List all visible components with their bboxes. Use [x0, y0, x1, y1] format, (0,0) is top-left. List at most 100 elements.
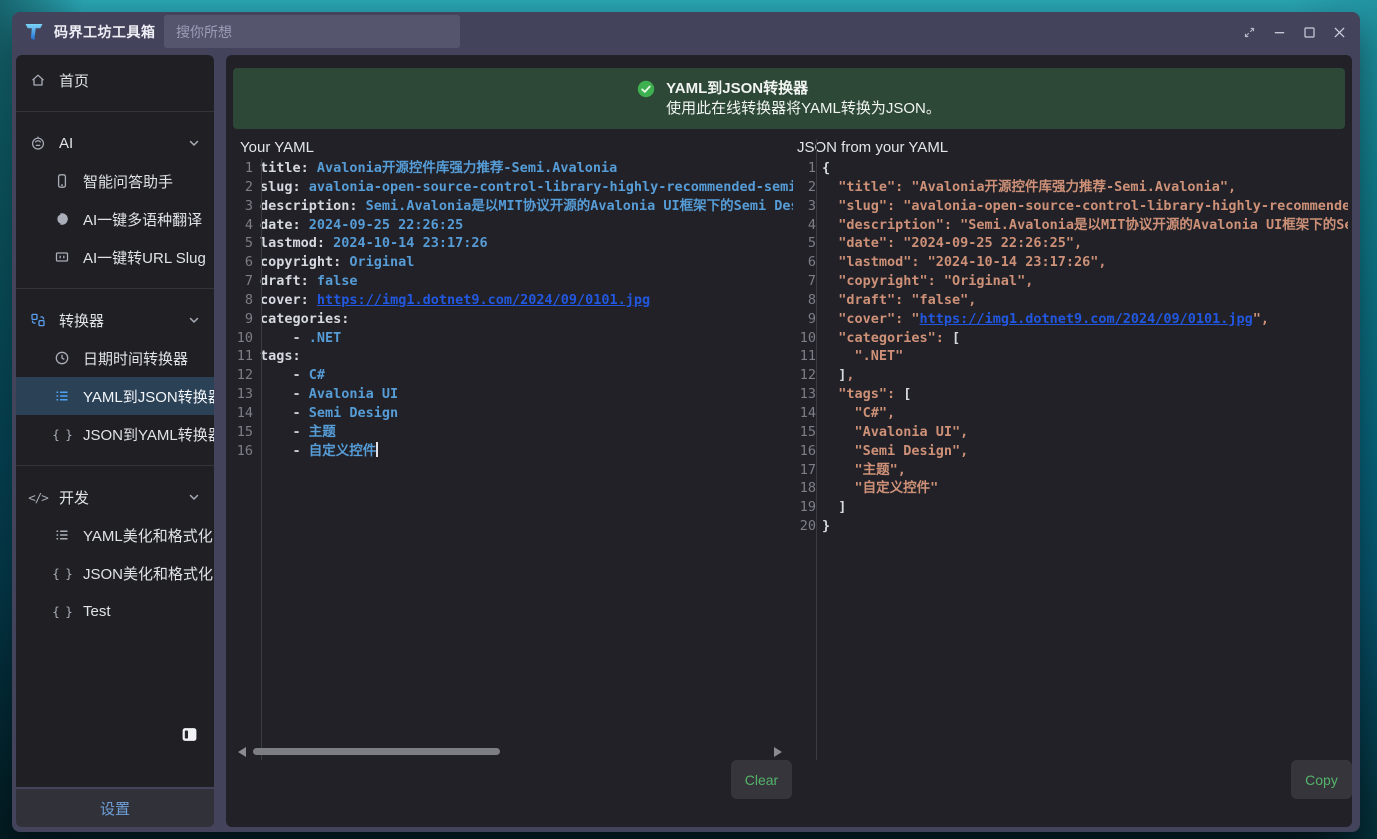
- sidebar-item-ai-translate[interactable]: AI一键多语种翻译: [16, 200, 214, 238]
- line-number: 14: [233, 404, 253, 423]
- sidebar-collapse-icon[interactable]: [181, 726, 198, 743]
- line-number: 14: [792, 404, 816, 423]
- code-text: ]: [816, 498, 846, 517]
- code-line[interactable]: 6 "lastmod": "2024-10-14 23:17:26",: [792, 253, 1348, 272]
- code-line[interactable]: 19 ]: [792, 498, 1348, 517]
- code-token: ",: [1253, 311, 1269, 327]
- maximize-icon[interactable]: [1294, 12, 1324, 52]
- sidebar-label: YAML美化和格式化: [83, 525, 213, 546]
- code-line[interactable]: 3description: Semi.Avalonia是以MIT协议开源的Ava…: [233, 197, 793, 216]
- close-icon[interactable]: [1324, 12, 1354, 52]
- code-line[interactable]: 7draft: false: [233, 272, 793, 291]
- code-line[interactable]: 10 "categories": [: [792, 329, 1348, 348]
- code-token: date:: [260, 217, 301, 233]
- sidebar-divider: [16, 465, 214, 466]
- sidebar-section-dev[interactable]: </>开发: [16, 478, 214, 516]
- sidebar-divider: [16, 288, 214, 289]
- line-number: 10: [792, 329, 816, 348]
- sidebar-item-datetime-converter[interactable]: 日期时间转换器: [16, 339, 214, 377]
- code-token: categories:: [260, 311, 349, 327]
- code-line[interactable]: 18 "自定义控件": [792, 479, 1348, 498]
- settings-link[interactable]: 设置: [100, 798, 130, 819]
- code-line[interactable]: 13 - Avalonia UI: [233, 385, 793, 404]
- line-number: 11: [233, 347, 253, 366]
- code-token: -: [260, 330, 309, 346]
- chevron-down-icon: [186, 489, 202, 505]
- url-link[interactable]: https://img1.dotnet9.com/2024/09/0101.jp…: [317, 292, 650, 308]
- code-line[interactable]: 14 - Semi Design: [233, 404, 793, 423]
- sidebar-section-ai[interactable]: AI: [16, 124, 214, 162]
- code-line[interactable]: 12 - C#: [233, 366, 793, 385]
- expand-icon[interactable]: [1234, 12, 1264, 52]
- sidebar-item-json-to-yaml[interactable]: { }JSON到YAML转换器: [16, 415, 214, 453]
- yaml-pane-label: Your YAML: [240, 139, 314, 156]
- code-line[interactable]: 1title: Avalonia开源控件库强力推荐-Semi.Avalonia: [233, 159, 793, 178]
- sidebar-label: 开发: [59, 487, 89, 508]
- code-line[interactable]: 16 - 自定义控件: [233, 442, 793, 461]
- app-window: 码界工坊工具箱 首页AI智能问答助手AI一键多语种翻译AI一键转URL Slug…: [12, 12, 1360, 832]
- code-line[interactable]: 1{: [792, 159, 1348, 178]
- code-line[interactable]: 15 "Avalonia UI",: [792, 423, 1348, 442]
- sidebar: 首页 AI 智能问答助手AI一键多语种翻译AI一键转URL Slug 转换器日期时间转…: [16, 55, 214, 787]
- code-line[interactable]: 11tags:: [233, 347, 793, 366]
- code-line[interactable]: 9 categories:: [233, 310, 793, 329]
- code-line[interactable]: 8 "draft": "false",: [792, 291, 1348, 310]
- code-line[interactable]: 2slug: avalonia-open-source-control-libr…: [233, 178, 793, 197]
- scroll-left-arrow-icon[interactable]: [238, 747, 246, 757]
- sidebar-item-yaml-format[interactable]: YAML美化和格式化: [16, 516, 214, 554]
- code-line[interactable]: 8cover: https://img1.dotnet9.com/2024/09…: [233, 291, 793, 310]
- minimize-icon[interactable]: [1264, 12, 1294, 52]
- line-number: 17: [792, 461, 816, 480]
- scroll-right-arrow-icon[interactable]: [774, 747, 782, 757]
- code-line[interactable]: 11 ".NET": [792, 347, 1348, 366]
- yaml-editor[interactable]: 1title: Avalonia开源控件库强力推荐-Semi.Avalonia2…: [233, 159, 793, 760]
- sidebar-item-json-format[interactable]: { }JSON美化和格式化: [16, 554, 214, 592]
- code-token: Avalonia UI: [309, 386, 398, 402]
- code-line[interactable]: 12 ],: [792, 366, 1348, 385]
- code-line[interactable]: 20}: [792, 517, 1348, 536]
- code-line[interactable]: 9 "cover": "https://img1.dotnet9.com/202…: [792, 310, 1348, 329]
- code-line[interactable]: 4 "description": "Semi.Avalonia是以MIT协议开源…: [792, 216, 1348, 235]
- code-line[interactable]: 3 "slug": "avalonia-open-source-control-…: [792, 197, 1348, 216]
- code-token: "cover": ": [822, 311, 920, 327]
- code-text: "主题",: [816, 461, 906, 480]
- sidebar-section-converters[interactable]: 转换器: [16, 301, 214, 339]
- code-text: "lastmod": "2024-10-14 23:17:26",: [816, 253, 1106, 272]
- clear-button[interactable]: Clear: [731, 760, 792, 799]
- sidebar-label: 转换器: [59, 310, 104, 331]
- sidebar-item-ai-url-slug[interactable]: AI一键转URL Slug: [16, 238, 214, 276]
- code-token: Semi Design: [309, 405, 398, 421]
- horizontal-scrollbar-thumb[interactable]: [253, 748, 500, 755]
- code-token: cover:: [260, 292, 309, 308]
- code-line[interactable]: 15 - 主题: [233, 423, 793, 442]
- line-number: 20: [792, 517, 816, 536]
- json-output[interactable]: 1{2 "title": "Avalonia开源控件库强力推荐-Semi.Ava…: [792, 159, 1348, 760]
- line-number: 16: [233, 442, 253, 461]
- line-number: 11: [792, 347, 816, 366]
- code-token: ,: [846, 367, 854, 383]
- sidebar-item-qa-assistant[interactable]: 智能问答助手: [16, 162, 214, 200]
- search-input[interactable]: [164, 15, 460, 48]
- code-line[interactable]: 4date: 2024-09-25 22:26:25: [233, 216, 793, 235]
- copy-button[interactable]: Copy: [1291, 760, 1352, 799]
- code-line[interactable]: 14 "C#",: [792, 404, 1348, 423]
- sidebar-item-home[interactable]: 首页: [16, 61, 214, 99]
- code-text: copyright: Original: [253, 253, 414, 272]
- code-line[interactable]: 7 "copyright": "Original",: [792, 272, 1348, 291]
- code-line[interactable]: 2 "title": "Avalonia开源控件库强力推荐-Semi.Avalo…: [792, 178, 1348, 197]
- code-line[interactable]: 10 - .NET: [233, 329, 793, 348]
- code-line[interactable]: 5lastmod: 2024-10-14 23:17:26: [233, 234, 793, 253]
- code-token: Semi.Avalonia是以MIT协议开源的Avalonia UI框架下的Se…: [358, 198, 793, 214]
- code-token: description:: [260, 198, 358, 214]
- code-line[interactable]: 6copyright: Original: [233, 253, 793, 272]
- sidebar-item-yaml-to-json[interactable]: YAML到JSON转换器: [16, 377, 214, 415]
- code-line[interactable]: 13 "tags": [: [792, 385, 1348, 404]
- sidebar-item-test[interactable]: { }Test: [16, 592, 214, 630]
- code-line[interactable]: 5 "date": "2024-09-25 22:26:25",: [792, 234, 1348, 253]
- code-line[interactable]: 16 "Semi Design",: [792, 442, 1348, 461]
- code-text: "description": "Semi.Avalonia是以MIT协议开源的A…: [816, 216, 1348, 235]
- sidebar-label: AI: [59, 135, 73, 152]
- code-line[interactable]: 17 "主题",: [792, 461, 1348, 480]
- url-link[interactable]: https://img1.dotnet9.com/2024/09/0101.jp…: [920, 311, 1253, 327]
- line-number: 9: [233, 310, 253, 329]
